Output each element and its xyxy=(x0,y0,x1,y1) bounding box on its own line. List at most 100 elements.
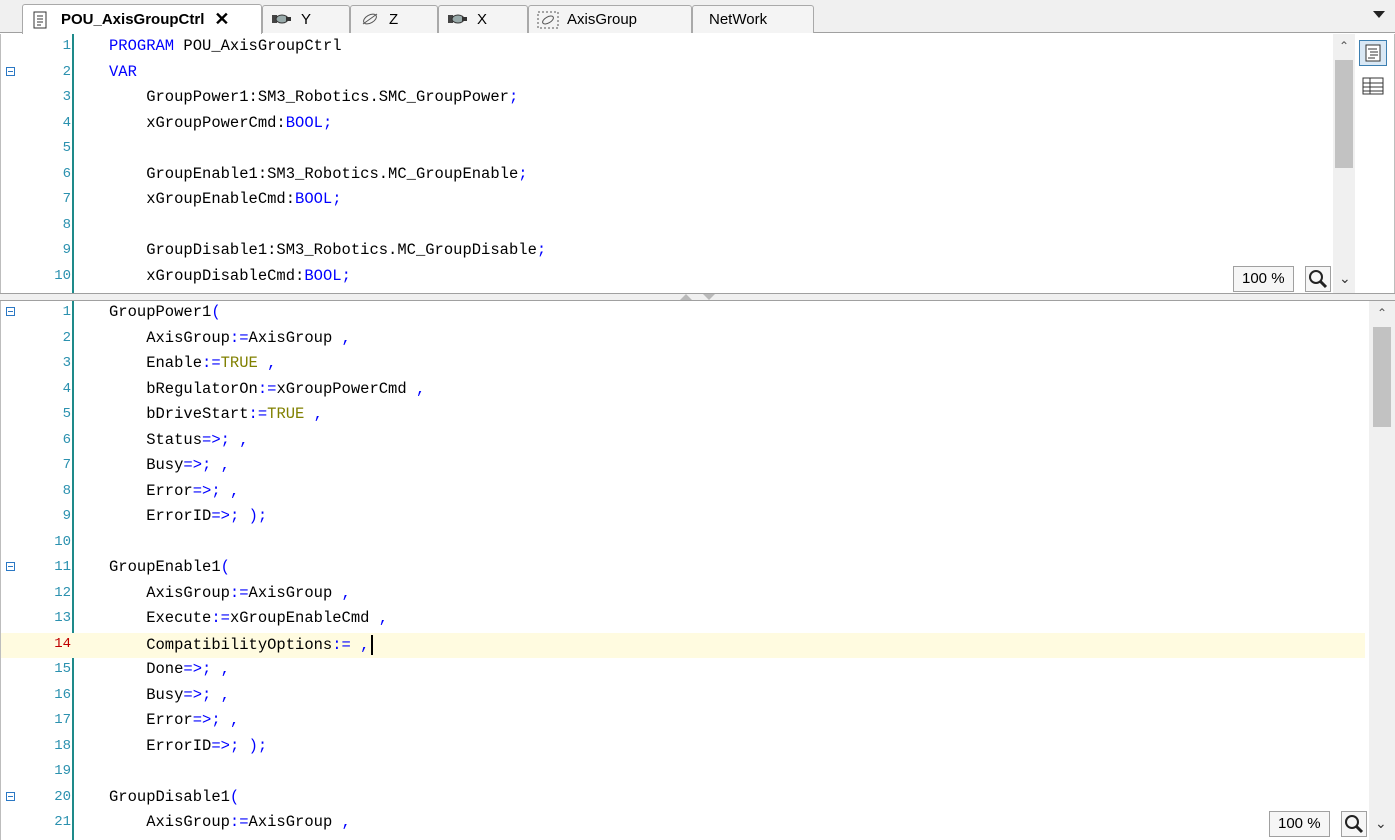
editor-splitter[interactable] xyxy=(0,293,1395,301)
declaration-vertical-scrollbar[interactable]: ⌃ xyxy=(1333,34,1355,293)
tabular-view-button[interactable] xyxy=(1359,74,1387,100)
code-line[interactable]: 20 GroupDisable1( xyxy=(1,786,1365,812)
line-number: 5 xyxy=(62,140,71,156)
declaration-editor[interactable]: 1 PROGRAM POU_AxisGroupCtrl 2 VAR 3 GroupPow… xyxy=(0,34,1395,293)
zoom-icon[interactable] xyxy=(1305,266,1331,292)
fold-toggle-icon[interactable] xyxy=(6,562,15,571)
tab-label: AxisGroup xyxy=(567,11,638,28)
declaration-zoom-level[interactable]: 100 % xyxy=(1233,266,1294,292)
code-line[interactable]: 3 GroupPower1:SM3_Robotics.SMC_GroupPowe… xyxy=(1,86,1364,112)
collapse-up-icon[interactable] xyxy=(680,294,692,300)
code-line[interactable]: 21 AxisGroup:=AxisGroup , xyxy=(1,811,1365,837)
code-line[interactable]: 5 xyxy=(1,137,1364,163)
tab-z[interactable]: Z xyxy=(350,5,438,33)
close-tab-icon[interactable]: ✕ xyxy=(214,9,229,30)
implementation-editor[interactable]: 1 GroupPower1( 2 AxisGroup:=AxisGroup ,3 E… xyxy=(0,301,1395,840)
line-number: 10 xyxy=(54,533,71,550)
line-number: 6 xyxy=(62,165,71,182)
code-line[interactable]: 7 Busy=>; , xyxy=(1,454,1365,480)
code-line[interactable]: 3 Enable:=TRUE , xyxy=(1,352,1365,378)
tab-network[interactable]: NetWork xyxy=(692,5,814,33)
zoom-icon[interactable] xyxy=(1341,811,1367,837)
code-text[interactable]: AxisGroup:=AxisGroup , xyxy=(109,813,351,831)
scroll-down-icon[interactable]: ⌄ xyxy=(1375,815,1387,832)
code-line[interactable]: 14 CompatibilityOptions:= , xyxy=(1,632,1365,658)
line-number: 1 xyxy=(62,304,71,320)
fold-toggle-icon[interactable] xyxy=(6,307,15,316)
fold-toggle-icon[interactable] xyxy=(6,791,15,801)
tab-list-dropdown-icon[interactable] xyxy=(1373,11,1385,18)
tab-x[interactable]: X xyxy=(438,5,528,33)
line-number: 11 xyxy=(54,559,71,575)
fold-toggle-icon[interactable] xyxy=(6,66,15,76)
code-text[interactable]: Error=>; , xyxy=(109,711,239,729)
code-line[interactable]: 18 ErrorID=>; ); xyxy=(1,735,1365,761)
code-text[interactable]: Status=>; , xyxy=(109,431,248,449)
code-text[interactable]: GroupDisable1( xyxy=(109,788,239,806)
code-text[interactable]: PROGRAM POU_AxisGroupCtrl xyxy=(109,37,342,55)
axis-icon xyxy=(447,11,469,29)
code-text[interactable]: GroupEnable1:SM3_Robotics.MC_GroupEnable… xyxy=(109,165,527,183)
code-text[interactable]: xGroupPowerCmd:BOOL; xyxy=(109,114,332,132)
tab-pou-axisgroupctrl[interactable]: POU_AxisGroupCtrl ✕ xyxy=(22,4,262,34)
scrollbar-thumb[interactable] xyxy=(1335,60,1353,168)
code-line[interactable]: 16 Busy=>; , xyxy=(1,684,1365,710)
code-line[interactable]: 8 Error=>; , xyxy=(1,480,1365,506)
code-line[interactable]: 6 Status=>; , xyxy=(1,429,1365,455)
code-text[interactable]: GroupPower1( xyxy=(109,303,221,321)
scroll-up-icon[interactable]: ⌃ xyxy=(1338,40,1350,52)
code-line[interactable]: 4 xGroupPowerCmd:BOOL; xyxy=(1,112,1364,138)
code-line[interactable]: 9 ErrorID=>; ); xyxy=(1,505,1365,531)
scroll-up-icon[interactable]: ⌃ xyxy=(1376,307,1388,319)
code-text[interactable]: CompatibilityOptions:= , xyxy=(109,634,374,655)
code-text[interactable]: ErrorID=>; ); xyxy=(109,507,267,525)
code-line[interactable]: 7 xGroupEnableCmd:BOOL; xyxy=(1,188,1364,214)
code-text[interactable]: bRegulatorOn:=xGroupPowerCmd , xyxy=(109,380,425,398)
implementation-zoom-level[interactable]: 100 % xyxy=(1269,811,1330,837)
code-text[interactable]: AxisGroup:=AxisGroup , xyxy=(109,584,351,602)
code-line[interactable]: 11 GroupEnable1( xyxy=(1,556,1365,582)
implementation-vertical-scrollbar[interactable]: ⌃ xyxy=(1369,301,1395,840)
code-text[interactable]: AxisGroup:=AxisGroup , xyxy=(109,329,351,347)
code-text[interactable]: VAR xyxy=(109,63,137,81)
scroll-down-icon[interactable]: ⌄ xyxy=(1339,270,1351,287)
code-text[interactable]: Enable:=TRUE , xyxy=(109,354,276,372)
code-text[interactable]: bDriveStart:=TRUE , xyxy=(109,405,323,423)
code-line[interactable]: 10 xGroupDisableCmd:BOOL; xyxy=(1,265,1364,291)
line-number: 8 xyxy=(62,216,71,233)
scrollbar-thumb[interactable] xyxy=(1373,327,1391,427)
code-text[interactable]: xGroupDisableCmd:BOOL; xyxy=(109,267,351,285)
tab-label: X xyxy=(477,11,488,28)
line-number: 15 xyxy=(54,661,71,677)
code-text[interactable]: ErrorID=>; ); xyxy=(109,737,267,755)
code-text[interactable]: Execute:=xGroupEnableCmd , xyxy=(109,609,388,627)
code-line[interactable]: 12 AxisGroup:=AxisGroup , xyxy=(1,582,1365,608)
textual-view-button[interactable] xyxy=(1359,40,1387,66)
code-line[interactable]: 17 Error=>; , xyxy=(1,709,1365,735)
code-line[interactable]: 19 xyxy=(1,760,1365,786)
code-line[interactable]: 13 Execute:=xGroupEnableCmd , xyxy=(1,607,1365,633)
code-line[interactable]: 4 bRegulatorOn:=xGroupPowerCmd , xyxy=(1,378,1365,404)
code-text[interactable]: Error=>; , xyxy=(109,482,239,500)
code-line[interactable]: 1 GroupPower1( xyxy=(1,301,1365,327)
collapse-down-icon[interactable] xyxy=(703,294,715,300)
code-line[interactable]: 5 bDriveStart:=TRUE , xyxy=(1,403,1365,429)
code-text[interactable]: Busy=>; , xyxy=(109,456,230,474)
code-text[interactable]: Busy=>; , xyxy=(109,686,230,704)
tab-y[interactable]: Y xyxy=(262,5,350,33)
code-line[interactable]: 9 GroupDisable1:SM3_Robotics.MC_GroupDis… xyxy=(1,239,1364,265)
code-line[interactable]: 2 AxisGroup:=AxisGroup , xyxy=(1,327,1365,353)
code-line[interactable]: 6 GroupEnable1:SM3_Robotics.MC_GroupEnab… xyxy=(1,163,1364,189)
code-line[interactable]: 8 xyxy=(1,214,1364,240)
line-number: 6 xyxy=(62,431,71,448)
code-line[interactable]: 2 VAR xyxy=(1,61,1364,87)
code-text[interactable]: Done=>; , xyxy=(109,660,230,678)
tab-axisgroup[interactable]: AxisGroup xyxy=(528,5,692,33)
code-text[interactable]: GroupEnable1( xyxy=(109,558,230,576)
code-text[interactable]: xGroupEnableCmd:BOOL; xyxy=(109,190,341,208)
code-text[interactable]: GroupPower1:SM3_Robotics.SMC_GroupPower; xyxy=(109,88,518,106)
code-text[interactable]: GroupDisable1:SM3_Robotics.MC_GroupDisab… xyxy=(109,241,546,259)
code-line[interactable]: 10 xyxy=(1,531,1365,557)
code-line[interactable]: 1 PROGRAM POU_AxisGroupCtrl xyxy=(1,35,1364,61)
code-line[interactable]: 15 Done=>; , xyxy=(1,658,1365,684)
